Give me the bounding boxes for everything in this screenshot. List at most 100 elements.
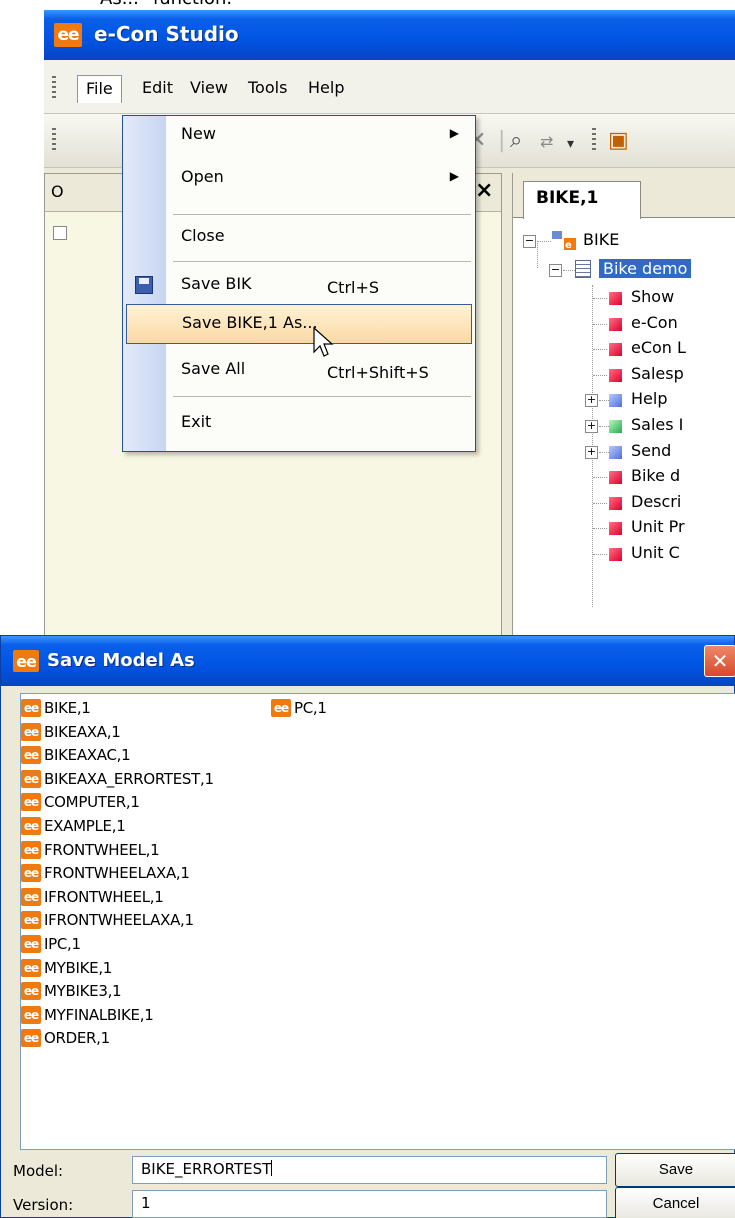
save-model-dialog: ee Save Model As ✕ ee BIKE,1 ee BIKEAXA,1 ee…	[0, 635, 735, 1218]
model-list-item-label: PC,1	[294, 699, 327, 717]
node-red-square-icon	[609, 317, 622, 331]
tree-node-label: Send	[631, 440, 672, 460]
menu-item-save-as[interactable]: Save BIKE,1 As...	[126, 304, 472, 344]
model-file-icon: ee	[21, 887, 41, 906]
menu-item-save-label: Save BIK	[181, 274, 252, 293]
right-pane: BIKE,1 − e BIKE − Bike demo Show e-Con eCo…	[512, 173, 735, 635]
menu-item-save-shortcut: Ctrl+S	[327, 278, 380, 297]
menu-item-exit-label: Exit	[181, 412, 212, 431]
node-red-square-icon	[609, 292, 622, 305]
menu-separator	[173, 261, 471, 262]
model-file-icon: ee	[21, 817, 41, 835]
tree-expander[interactable]	[53, 226, 67, 240]
model-list[interactable]: ee BIKE,1 ee BIKEAXA,1 ee BIKEAXAC,1 ee BIKEAXA…	[20, 693, 735, 1150]
find-icon[interactable]: ⌕	[510, 128, 522, 153]
mouse-cursor-icon	[313, 326, 334, 357]
tree-node-label: Sales I	[631, 415, 684, 434]
dialog-title: Save Model As	[47, 650, 195, 671]
node-red-square-icon	[609, 548, 622, 561]
model-file-icon: ee	[21, 958, 41, 977]
menu-item-close-label: Close	[181, 226, 225, 245]
save-button[interactable]: Save	[615, 1153, 735, 1187]
menu-item-new-label: New	[181, 124, 216, 143]
model-file-icon: ee	[21, 793, 41, 812]
model-file-icon: ee	[21, 864, 41, 883]
top-caption: As..." function.	[100, 0, 232, 9]
model-file-icon: ee	[21, 746, 41, 765]
menu-item-save[interactable]: Save BIK Ctrl+S	[123, 266, 475, 304]
model-input[interactable]: BIKE_ERRORTEST	[132, 1156, 607, 1184]
menu-item-new[interactable]: New ▶	[123, 116, 475, 154]
tree-node-label: Unit Pr	[631, 517, 685, 537]
menu-item-save-all[interactable]: Save All Ctrl+Shift+S	[123, 351, 475, 389]
model-icon: e	[551, 230, 577, 252]
menu-file[interactable]: File	[77, 75, 122, 103]
file-menu: New ▶ Open ▶ Close Save BIK Ctrl+S Save …	[122, 115, 476, 452]
model-list-item-label: BIKEAXA,1	[44, 722, 121, 741]
version-label: Version:	[13, 1196, 74, 1214]
cancel-button[interactable]: Cancel	[615, 1187, 735, 1218]
version-input[interactable]: 1	[132, 1190, 607, 1218]
menu-view[interactable]: View	[182, 75, 236, 103]
submenu-arrow-icon: ▶	[449, 126, 459, 140]
menubar-grip[interactable]	[52, 76, 56, 100]
tree-node-label: Unit C	[631, 543, 680, 562]
collapse-icon[interactable]: −	[549, 264, 562, 277]
model-file-icon: ee	[21, 769, 41, 788]
app-titlebar: ee e-Con Studio	[44, 10, 735, 60]
expand-icon[interactable]: +	[585, 394, 598, 408]
node-blue-square-icon	[609, 445, 622, 459]
model-list-item-label: MYFINALBIKE,1	[44, 1005, 154, 1024]
model-file-icon: ee	[21, 911, 41, 930]
menu-item-close[interactable]: Close	[123, 218, 475, 256]
menu-help[interactable]: Help	[300, 75, 352, 103]
tree-node-label: Show	[631, 287, 675, 306]
model-list-item-label: FRONTWHEEL,1	[44, 840, 160, 859]
econ-logo-icon: ee	[13, 650, 39, 672]
toolbar-grip-2[interactable]	[592, 128, 596, 152]
menubar: File Edit View Tools Help	[44, 60, 735, 114]
menu-item-exit[interactable]: Exit	[123, 404, 475, 442]
node-red-square-icon	[609, 471, 622, 485]
model-label: Model:	[13, 1162, 64, 1180]
menu-item-save-all-label: Save All	[181, 359, 246, 378]
menu-item-open[interactable]: Open ▶	[123, 159, 475, 197]
model-list-item-label: IFRONTWHEEL,1	[44, 887, 164, 906]
tree-node-label: Bike d	[631, 466, 681, 486]
menu-edit[interactable]: Edit	[134, 75, 181, 103]
tree-selected-label: Bike demo	[599, 259, 692, 278]
svg-text:e: e	[565, 240, 572, 251]
node-green-square-icon	[609, 420, 622, 433]
menu-item-save-as-label: Save BIKE,1 As...	[182, 313, 318, 332]
node-red-square-icon	[609, 522, 622, 536]
model-file-icon: ee	[21, 1029, 41, 1048]
model-list-item-label: MYBIKE3,1	[44, 982, 122, 1001]
expand-icon[interactable]: +	[585, 445, 598, 459]
model-file-icon: ee	[271, 699, 291, 717]
toolbar-separator: |	[498, 128, 506, 153]
expand-icon[interactable]: +	[585, 420, 598, 433]
model-list-item-label: FRONTWHEELAXA,1	[44, 864, 190, 883]
menu-tools[interactable]: Tools	[240, 75, 295, 103]
close-icon[interactable]: ✕	[704, 645, 735, 677]
model-list-item-label: IPC,1	[44, 935, 81, 953]
close-pane-icon[interactable]: ×	[475, 178, 493, 203]
tree-node-label: Descri	[631, 491, 682, 511]
tree-root-label: BIKE	[583, 230, 620, 249]
model-list-item-label: BIKE,1	[44, 699, 91, 717]
model-input-value: BIKE_ERRORTEST	[141, 1160, 272, 1178]
replace-icon[interactable]: ⇄	[540, 132, 553, 151]
menu-item-open-label: Open	[181, 167, 224, 186]
econ-toolbar-icon[interactable]: ▣	[608, 128, 629, 153]
toolbar-grip[interactable]	[52, 128, 56, 152]
tab-bike[interactable]: BIKE,1	[523, 181, 641, 219]
toolbar-overflow-icon[interactable]: ▾	[567, 136, 574, 152]
node-blue-square-icon	[609, 394, 622, 408]
node-red-square-icon	[609, 368, 622, 382]
model-file-icon: ee	[21, 840, 41, 859]
floppy-disk-icon	[135, 276, 153, 294]
model-list-item-label: EXAMPLE,1	[44, 817, 126, 835]
app-window: ee e-Con Studio File Edit View Tools Hel…	[44, 10, 735, 635]
collapse-icon[interactable]: −	[523, 235, 536, 248]
model-file-icon: ee	[21, 722, 41, 741]
